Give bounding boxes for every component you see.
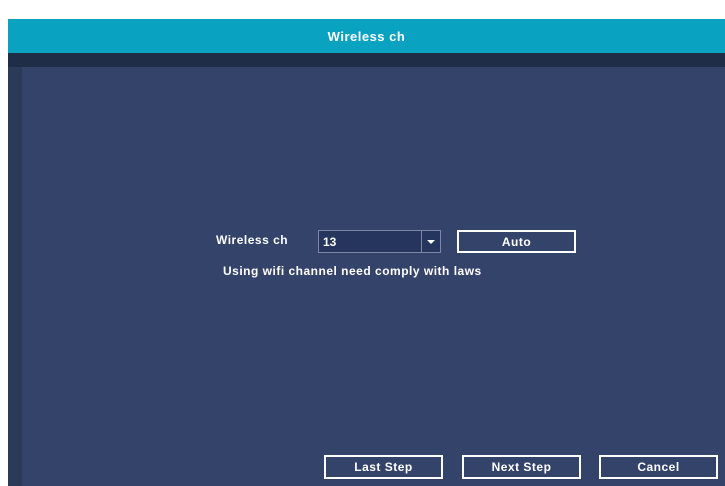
dialog-title: Wireless ch (327, 28, 406, 44)
title-bar: Wireless ch (8, 19, 725, 53)
next-step-label: Next Step (491, 460, 552, 474)
wireless-channel-label: Wireless ch (216, 233, 289, 247)
channel-select[interactable]: 13 (318, 230, 441, 253)
cancel-label: Cancel (637, 460, 680, 474)
channel-select-value: 13 (323, 235, 337, 249)
wifi-law-notice: Using wifi channel need comply with laws (223, 264, 482, 278)
auto-button-label: Auto (501, 234, 532, 249)
last-step-label: Last Step (354, 460, 413, 474)
last-step-button[interactable]: Last Step (324, 455, 443, 479)
auto-button[interactable]: Auto (457, 230, 576, 253)
cancel-button[interactable]: Cancel (599, 455, 718, 479)
dialog-body: Wireless ch 13 Auto Using wifi channel n… (22, 67, 725, 486)
header-strip (8, 53, 725, 67)
wireless-channel-dialog: Wireless ch Wireless ch 13 Auto Using wi… (8, 19, 725, 486)
next-step-button[interactable]: Next Step (462, 455, 581, 479)
dropdown-arrow-icon[interactable] (421, 231, 440, 252)
chevron-down-icon (427, 239, 435, 244)
